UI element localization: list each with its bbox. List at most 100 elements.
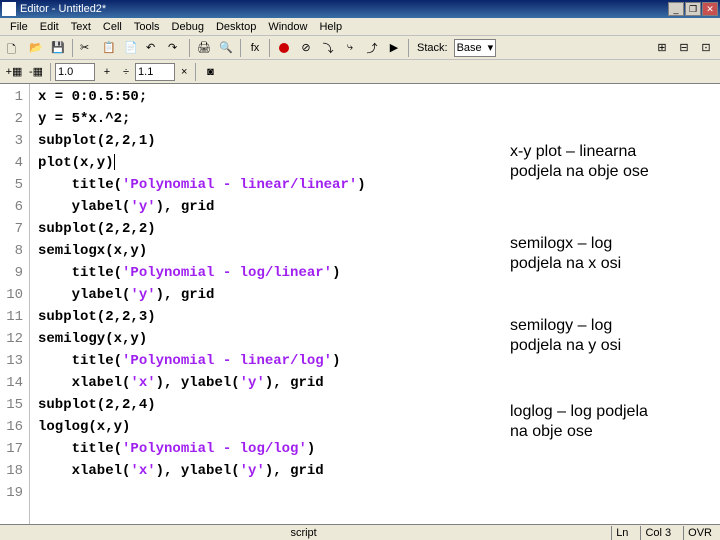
menu-cell[interactable]: Cell [97,20,128,34]
dock-button[interactable]: ⊞ [652,38,672,58]
code-editor[interactable]: x = 0:0.5:50;y = 5*x.^2;subplot(2,2,1)pl… [30,84,720,526]
cell-plus-button[interactable]: +▦ [4,62,24,82]
menu-text[interactable]: Text [65,20,97,34]
layout-icon: ⊟ [679,41,688,54]
toolbar-cell: +▦ -▦ + ÷ × ◙ [0,60,720,84]
chevron-down-icon: ▾ [488,41,494,54]
run-icon: ▶ [390,41,398,54]
code-line[interactable]: ylabel('y'), grid [38,196,720,218]
separator [240,39,241,57]
menu-file[interactable]: File [4,20,34,34]
code-line[interactable]: x = 0:0.5:50; [38,86,720,108]
menu-edit[interactable]: Edit [34,20,65,34]
goto-input[interactable] [55,63,95,81]
code-line[interactable]: title('Polynomial - log/linear') [38,262,720,284]
line-number: 11 [0,306,29,328]
status-ovr: OVR [683,526,716,540]
minimize-button[interactable]: _ [668,2,684,16]
code-line[interactable]: subplot(2,2,4) [38,394,720,416]
layout-button[interactable]: ⊟ [674,38,694,58]
separator [269,39,270,57]
line-number: 14 [0,372,29,394]
line-number: 18 [0,460,29,482]
code-line[interactable]: semilogy(x,y) [38,328,720,350]
statusbar: script Ln Col 3 OVR [0,524,720,540]
plus-icon: + [104,66,110,78]
fx-button[interactable]: fx [245,38,265,58]
code-line[interactable] [38,482,720,504]
status-filetype: script [290,527,316,539]
clear-bp-icon: ⊘ [301,41,310,54]
line-number: 19 [0,482,29,504]
window-title: Editor - Untitled2* [20,3,668,15]
step-in-button[interactable]: ⤷ [340,38,360,58]
print-button[interactable]: 🖨 [194,38,214,58]
breakpoint-icon [279,43,289,53]
new-icon: 🗋 [7,41,21,55]
run-button[interactable]: ▶ [384,38,404,58]
increment-button[interactable]: + [97,62,117,82]
code-line[interactable]: title('Polynomial - linear/log') [38,350,720,372]
new-button[interactable]: 🗋 [4,38,24,58]
editor-area: 12345678910111213141516171819 x = 0:0.5:… [0,84,720,526]
step-out-icon: ⤴ [367,40,378,56]
open-button[interactable]: 📂 [26,38,46,58]
copy-button[interactable]: 📋 [99,38,119,58]
code-line[interactable]: subplot(2,2,3) [38,306,720,328]
code-line[interactable]: y = 5*x.^2; [38,108,720,130]
stack-label: Stack: [413,42,452,54]
menu-desktop[interactable]: Desktop [210,20,262,34]
step-out-button[interactable]: ⤴ [362,38,382,58]
fx-icon: fx [251,42,260,54]
line-number: 1 [0,86,29,108]
code-line[interactable]: xlabel('x'), ylabel('y'), grid [38,460,720,482]
menu-tools[interactable]: Tools [128,20,166,34]
code-line[interactable]: subplot(2,2,1) [38,130,720,152]
stack-value: Base [457,42,482,54]
titlebar: Editor - Untitled2* _ ❐ ✕ [0,0,720,18]
line-number: 17 [0,438,29,460]
line-number: 12 [0,328,29,350]
find-icon: 🔍 [219,41,233,55]
paste-button[interactable]: 📄 [121,38,141,58]
dock-icon: ⊞ [657,41,666,54]
window-controls: _ ❐ ✕ [668,2,718,16]
menu-help[interactable]: Help [313,20,348,34]
code-line[interactable]: title('Polynomial - linear/linear') [38,174,720,196]
undo-button[interactable]: ↶ [143,38,163,58]
step-button[interactable]: ⤵ [318,38,338,58]
separator [408,39,409,57]
menu-debug[interactable]: Debug [166,20,210,34]
times-label: × [177,66,191,78]
line-number: 5 [0,174,29,196]
clear-bp-button[interactable]: ⊘ [296,38,316,58]
code-line[interactable]: loglog(x,y) [38,416,720,438]
cut-button[interactable]: ✂ [77,38,97,58]
save-button[interactable]: 💾 [48,38,68,58]
line-number: 3 [0,130,29,152]
stack-dropdown[interactable]: Base ▾ [454,39,497,57]
restore-button[interactable]: ❐ [685,2,701,16]
code-line[interactable]: subplot(2,2,2) [38,218,720,240]
layout2-button[interactable]: ⊡ [696,38,716,58]
code-line[interactable]: plot(x,y) [38,152,720,174]
redo-button[interactable]: ↷ [165,38,185,58]
menu-window[interactable]: Window [262,20,313,34]
line-number: 16 [0,416,29,438]
step-icon: ⤵ [323,40,334,56]
cell-minus-button[interactable]: -▦ [26,62,46,82]
status-col: Col 3 [640,526,675,540]
close-button[interactable]: ✕ [702,2,718,16]
code-line[interactable]: semilogx(x,y) [38,240,720,262]
publish-button[interactable]: ◙ [200,62,220,82]
code-line[interactable]: ylabel('y'), grid [38,284,720,306]
find-button[interactable]: 🔍 [216,38,236,58]
redo-icon: ↷ [168,41,182,55]
code-line[interactable]: xlabel('x'), ylabel('y'), grid [38,372,720,394]
app-icon [2,2,16,16]
separator [195,63,196,81]
times-input[interactable] [135,63,175,81]
minus-icon: -▦ [29,65,43,78]
code-line[interactable]: title('Polynomial - log/log') [38,438,720,460]
breakpoint-button[interactable] [274,38,294,58]
